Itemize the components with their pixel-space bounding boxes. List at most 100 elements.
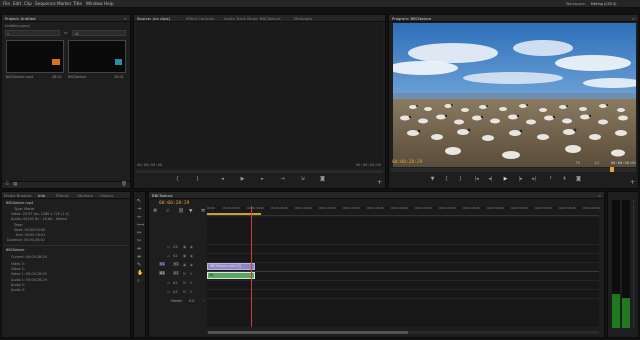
project-item-thumbnail[interactable] (68, 40, 126, 73)
track-toggle-icon[interactable]: ▭ (167, 281, 170, 285)
mute-icon[interactable]: M (183, 290, 186, 294)
audio-clip[interactable]: fx (207, 272, 255, 279)
step-forward-icon[interactable]: |▸ (517, 176, 524, 182)
linked-selection-icon[interactable]: ⛓ (178, 209, 184, 214)
tab-effect-controls[interactable]: Effect Controls (186, 16, 214, 21)
source-patch-v1[interactable]: V1 (159, 262, 166, 266)
add-button-icon[interactable]: + (377, 179, 382, 186)
go-to-in-icon[interactable]: |◂ (473, 176, 480, 182)
workspace-select[interactable]: Editing (CS5.5) (591, 2, 616, 6)
video-clip[interactable]: BBCNature.mp4 [V] (207, 263, 255, 270)
time-ruler[interactable]: 00:00 00:00:15:00 00:00:30:00 00:00:45:0… (207, 206, 600, 216)
source-patch-a1[interactable]: A1 (159, 271, 166, 275)
master-volume[interactable]: 0.0 (189, 299, 194, 303)
mark-out-icon[interactable]: } (457, 176, 464, 182)
tab-markers[interactable]: Markers (78, 193, 93, 198)
timeline-timecode[interactable]: 00:00:28:29 (159, 201, 189, 206)
track-toggle-icon[interactable]: ▭ (167, 245, 170, 249)
track-select-tool-icon[interactable]: ⇥ (137, 206, 141, 212)
zoom-tool-icon[interactable]: ⌕ (137, 278, 140, 284)
tab-source[interactable]: Source: (no clips) (137, 16, 170, 21)
scroll-thumb[interactable] (208, 331, 408, 334)
panel-menu-icon[interactable]: ≡ (598, 193, 601, 198)
solo-icon[interactable]: S (190, 281, 192, 285)
source-scrubber[interactable] (136, 170, 383, 173)
search-scope-select[interactable]: All (72, 30, 126, 36)
tab-metadata[interactable]: Metadata (294, 16, 312, 21)
tab-project[interactable]: Project: Untitled (5, 16, 36, 21)
menu-window[interactable]: Window (86, 1, 103, 6)
nest-icon[interactable]: ⌘ (153, 209, 158, 214)
solo-icon[interactable]: S (190, 290, 192, 294)
eye-icon[interactable]: ◉ (190, 263, 193, 267)
mark-in-icon[interactable]: { (443, 176, 450, 182)
play-icon[interactable]: ▶ (502, 176, 509, 182)
menu-marker[interactable]: Marker (57, 1, 71, 6)
mute-icon[interactable]: M (183, 281, 186, 285)
tab-program[interactable]: Program: BBCNature (392, 16, 431, 21)
tab-info[interactable]: Info (38, 193, 45, 198)
playhead-icon[interactable] (610, 167, 614, 172)
timeline-scrollbar[interactable] (207, 331, 599, 334)
menu-file[interactable]: File (3, 1, 10, 6)
panel-menu-icon[interactable]: ≡ (632, 16, 635, 21)
slide-tool-icon[interactable]: ⇼ (137, 254, 141, 260)
go-to-out-icon[interactable]: ▸| (531, 176, 538, 182)
track-header-v3[interactable]: ▭ V3 ▣ ◉ (149, 244, 207, 252)
marker-icon[interactable]: ▼ (429, 176, 436, 182)
program-timecode[interactable]: 00:00:28:29 (392, 160, 422, 165)
step-back-icon[interactable]: ◂| (487, 176, 494, 182)
track-header-a3[interactable]: ▭ A3 M S (149, 289, 207, 297)
panel-menu-icon[interactable]: ≡ (124, 16, 127, 21)
wrench-icon[interactable]: ⚒ (201, 209, 205, 214)
step-forward-icon[interactable]: ▸ (259, 176, 266, 182)
track-header-a2[interactable]: ▭ A2 M S (149, 280, 207, 288)
lock-icon[interactable]: ▣ (183, 254, 186, 258)
menu-edit[interactable]: Edit (13, 1, 21, 6)
lock-icon[interactable]: ▣ (183, 245, 186, 249)
menu-sequence[interactable]: Sequence (35, 1, 56, 6)
add-button-icon[interactable]: + (630, 179, 635, 186)
tab-media-browser[interactable]: Media Browser (4, 193, 32, 198)
lock-icon[interactable]: ▣ (183, 263, 186, 267)
mark-out-icon[interactable]: } (194, 176, 201, 182)
track-header-v1[interactable]: V1 V1 ▣ ◉ (149, 262, 207, 270)
insert-icon[interactable]: ⇥ (279, 176, 286, 182)
snap-icon[interactable]: ⊂ (166, 209, 170, 214)
step-back-icon[interactable]: ◂ (219, 176, 226, 182)
export-frame-icon[interactable]: ◙ (575, 176, 582, 182)
track-toggle-icon[interactable]: ▭ (167, 254, 170, 258)
program-viewer[interactable] (393, 23, 636, 167)
icon-view-icon[interactable]: ▦ (13, 182, 17, 187)
menu-clip[interactable]: Clip (24, 1, 32, 6)
tab-sequence[interactable]: BBCNature (152, 193, 173, 198)
extract-icon[interactable]: ⇞ (561, 176, 568, 182)
selection-tool-icon[interactable]: ↖ (137, 198, 141, 204)
tab-audio-mixer[interactable]: Audio Track Mixer: BBCNature (224, 16, 281, 21)
tab-history[interactable]: History (100, 193, 114, 198)
ripple-edit-tool-icon[interactable]: ⟛ (137, 214, 142, 220)
mute-icon[interactable]: M (183, 272, 186, 276)
eye-icon[interactable]: ◉ (190, 254, 193, 258)
source-timecode[interactable]: 00;00;00;00 (137, 162, 162, 167)
solo-icon[interactable]: S (190, 272, 192, 276)
menu-title[interactable]: Title (73, 1, 82, 6)
project-item-thumbnail[interactable] (6, 40, 64, 73)
list-view-icon[interactable]: ☰ (5, 182, 9, 187)
lift-icon[interactable]: ⇡ (547, 176, 554, 182)
pen-tool-icon[interactable]: ✎ (137, 262, 141, 268)
work-area-bar[interactable] (207, 213, 261, 215)
fit-select[interactable]: Fit (576, 161, 580, 165)
trash-icon[interactable]: 🗑 (121, 182, 127, 187)
project-search-input[interactable]: ⌕ (5, 30, 60, 36)
menu-help[interactable]: Help (104, 1, 114, 6)
razor-tool-icon[interactable]: ✂ (137, 238, 141, 244)
eye-icon[interactable]: ◉ (190, 245, 193, 249)
source-viewer[interactable] (136, 23, 383, 168)
quality-select[interactable]: 1/2 (594, 161, 599, 165)
tab-effects[interactable]: Effects (56, 193, 69, 198)
add-marker-icon[interactable]: ▼ (189, 209, 192, 214)
export-frame-icon[interactable]: ◙ (319, 176, 326, 182)
track-toggle-icon[interactable]: ▭ (167, 290, 170, 294)
rolling-edit-tool-icon[interactable]: ⟺ (137, 222, 144, 228)
